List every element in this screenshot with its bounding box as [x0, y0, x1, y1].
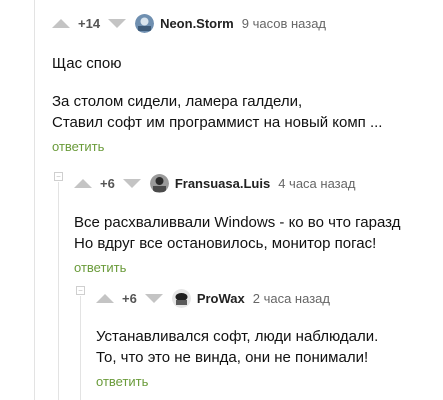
comment-line: Но вдруг все остановилось, монитор погас…	[74, 235, 377, 252]
comment-line: То, что это не винда, они не понимали!	[96, 349, 369, 366]
collapse-thread-icon[interactable]: −	[76, 286, 85, 295]
comment-line: Ставил софт им программист на новый комп…	[52, 114, 383, 131]
upvote-icon[interactable]	[96, 293, 114, 303]
comment: +6 Fransuasa.Luis 4 часа назад Все расхв…	[74, 172, 400, 275]
thread-rail-level-2	[58, 182, 59, 400]
reply-link[interactable]: ответить	[96, 374, 378, 389]
downvote-icon[interactable]	[144, 293, 163, 303]
comment-line: Все расхваливвали Windows - ко во что га…	[74, 214, 401, 231]
comment-rating: +14	[78, 15, 101, 31]
thread-rail-level-1	[34, 0, 35, 400]
comment-body: Щас спою За столом сидели, ламера галдел…	[52, 53, 382, 133]
comment: +6 ProWax 2 часа назад Устанавливался со…	[96, 287, 378, 389]
comment: +14 Neon.Storm 9 часов назад Щас спою За…	[52, 12, 382, 154]
comment-header: +6 ProWax 2 часа назад	[96, 287, 378, 309]
comment-time: 4 часа назад	[278, 175, 356, 191]
avatar[interactable]	[149, 173, 169, 193]
reply-link[interactable]: ответить	[74, 260, 400, 275]
comment-header: +6 Fransuasa.Luis 4 часа назад	[74, 172, 400, 194]
downvote-icon[interactable]	[122, 178, 141, 188]
comment-author[interactable]: Neon.Storm	[160, 16, 234, 31]
comment-body: Все расхваливвали Windows - ко во что га…	[74, 212, 400, 254]
comment-rating: +6	[122, 290, 137, 306]
avatar[interactable]	[171, 288, 191, 308]
comment-header: +14 Neon.Storm 9 часов назад	[52, 12, 382, 34]
comment-line: Устанавливался софт, люди наблюдали.	[96, 328, 379, 345]
upvote-icon[interactable]	[52, 18, 70, 28]
comment-line: За столом сидели, ламера галдели,	[52, 93, 303, 110]
comment-author[interactable]: ProWax	[197, 291, 245, 306]
reply-link[interactable]: ответить	[52, 139, 382, 154]
comment-time: 2 часа назад	[252, 290, 330, 306]
comment-body: Устанавливался софт, люди наблюдали. То,…	[96, 326, 378, 368]
comment-line: Щас спою	[52, 55, 122, 72]
comment-author[interactable]: Fransuasa.Luis	[175, 176, 270, 191]
upvote-icon[interactable]	[74, 178, 92, 188]
collapse-thread-icon[interactable]: −	[54, 172, 63, 181]
comment-time: 9 часов назад	[241, 15, 327, 31]
thread-rail-level-3	[80, 296, 81, 400]
comment-rating: +6	[100, 175, 115, 191]
avatar[interactable]	[135, 13, 155, 33]
downvote-icon[interactable]	[108, 18, 127, 28]
